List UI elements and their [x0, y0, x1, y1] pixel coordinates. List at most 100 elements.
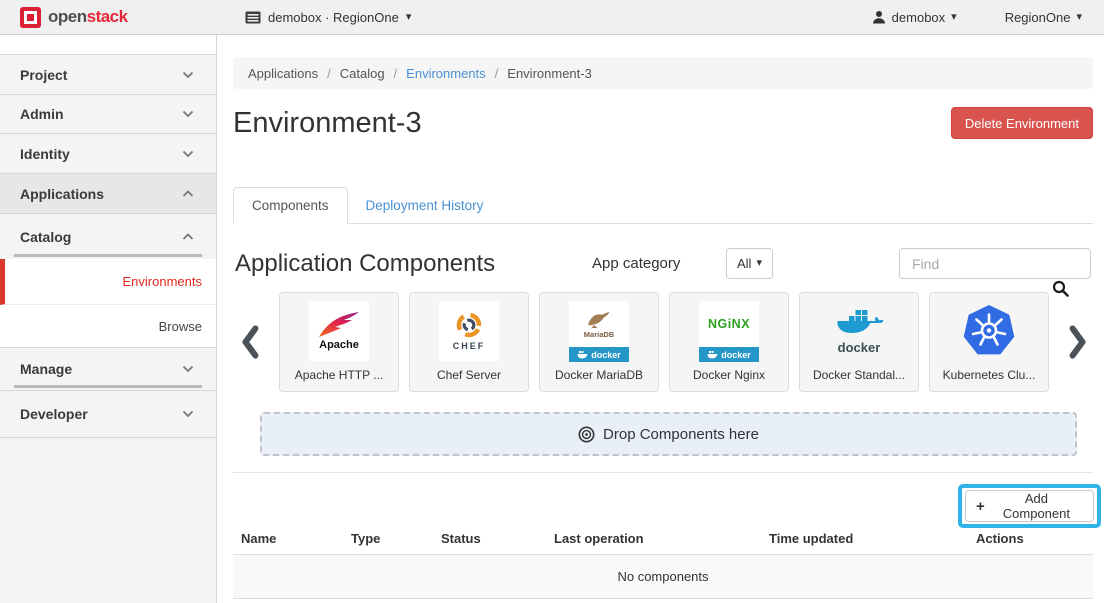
delete-environment-button[interactable]: Delete Environment [951, 107, 1093, 139]
caret-down-icon: ▾ [756, 258, 762, 269]
breadcrumb-environments-link[interactable]: Environments [406, 66, 485, 81]
group-divider [14, 385, 202, 388]
mariadb-seal-icon [586, 309, 612, 329]
tab-bar: Components Deployment History [233, 185, 1093, 224]
region-menu[interactable]: RegionOne ▾ [1005, 10, 1082, 25]
main-content: Applications / Catalog / Environments / … [218, 35, 1104, 603]
table-header-row: Name Type Status Last operation Time upd… [233, 527, 1093, 555]
openstack-wordmark: openstack [48, 7, 128, 27]
sidebar-item-project[interactable]: Project [0, 55, 216, 95]
user-icon [872, 10, 886, 24]
apache-feather-icon [318, 311, 360, 338]
breadcrumb-catalog: Catalog [340, 66, 385, 81]
app-card-docker-nginx[interactable]: NGiNX docker Docker Nginx [669, 292, 789, 392]
sidebar-item-environments[interactable]: Environments [0, 259, 216, 305]
docker-whale-icon [577, 350, 588, 359]
chevron-down-icon [182, 110, 194, 118]
chef-logo: CHEF [439, 301, 499, 361]
sidebar-item-admin[interactable]: Admin [0, 95, 216, 134]
sidebar-group-manage[interactable]: Manage [0, 348, 216, 390]
app-category-label: App category [592, 248, 680, 280]
chevron-up-icon [182, 233, 194, 241]
sidebar-group-catalog[interactable]: Catalog [0, 214, 216, 259]
empty-message: No components [233, 555, 1093, 599]
openstack-logo[interactable]: openstack [20, 7, 210, 28]
chef-swirl-icon [455, 311, 483, 339]
kubernetes-wheel-icon [961, 304, 1017, 358]
chevron-down-icon [182, 410, 194, 418]
breadcrumb-applications: Applications [248, 66, 318, 81]
find-input[interactable] [899, 248, 1091, 279]
sidebar-group-developer[interactable]: Developer [0, 390, 216, 438]
list-icon [245, 11, 261, 24]
group-divider [14, 254, 202, 257]
drop-components-zone[interactable]: Drop Components here [260, 412, 1077, 456]
user-menu-label: demobox [892, 10, 945, 25]
col-last-operation: Last operation [546, 527, 761, 555]
col-status: Status [433, 527, 546, 555]
sidebar-top-strip [0, 35, 216, 55]
col-time-updated: Time updated [761, 527, 968, 555]
drop-zone-label: Drop Components here [603, 426, 759, 443]
app-card-label: Apache HTTP ... [295, 368, 383, 382]
chevron-down-icon [182, 150, 194, 158]
topbar-right: demobox ▾ RegionOne ▾ [872, 10, 1082, 25]
carousel-prev-icon[interactable] [241, 324, 259, 360]
caret-down-icon: ▾ [1076, 12, 1082, 23]
tab-components[interactable]: Components [233, 187, 348, 224]
docker-whale-icon [707, 350, 718, 359]
panel-heading: Application Components [235, 248, 495, 280]
app-card-docker-mariadb[interactable]: MariaDB docker Docker MariaDB [539, 292, 659, 392]
carousel-next-icon[interactable] [1069, 324, 1087, 360]
app-card-chef[interactable]: CHEF Chef Server [409, 292, 529, 392]
app-card-label: Chef Server [437, 368, 501, 382]
empty-row: No components [233, 555, 1093, 599]
openstack-cube-icon [20, 7, 41, 28]
context-label: demobox · RegionOne [268, 10, 399, 25]
bullseye-icon [578, 426, 595, 443]
docker-badge: docker [699, 347, 759, 362]
sidebar-item-identity[interactable]: Identity [0, 134, 216, 174]
sidebar: Project Admin Identity Applications Cata… [0, 35, 217, 603]
openstack-dashboard: openstack demobox · RegionOne ▾ demobox … [0, 0, 1104, 603]
topbar: openstack demobox · RegionOne ▾ demobox … [0, 0, 1104, 35]
apache-logo: Apache [309, 301, 369, 361]
section-divider [233, 472, 1093, 473]
app-card-label: Kubernetes Clu... [943, 368, 1036, 382]
nginx-logo: NGiNX [699, 301, 759, 347]
docker-whale-icon [833, 307, 885, 339]
app-card-label: Docker Standal... [813, 368, 905, 382]
col-actions: Actions [968, 527, 1093, 555]
app-card-docker-standalone[interactable]: docker Docker Standal... [799, 292, 919, 392]
col-name: Name [233, 527, 343, 555]
agent-highlight-box: + Add Component [958, 484, 1101, 528]
breadcrumb: Applications / Catalog / Environments / … [233, 57, 1093, 89]
chevron-down-icon [182, 71, 194, 79]
sidebar-item-browse[interactable]: Browse [0, 305, 216, 348]
breadcrumb-current: Environment-3 [507, 66, 592, 81]
col-type: Type [343, 527, 433, 555]
app-card-list: Apache Apache HTTP ... CHEF Chef Server [279, 292, 1049, 392]
caret-down-icon: ▾ [406, 12, 412, 23]
tab-deployment-history[interactable]: Deployment History [348, 188, 502, 223]
sidebar-item-applications[interactable]: Applications [0, 174, 216, 214]
app-card-apache[interactable]: Apache Apache HTTP ... [279, 292, 399, 392]
app-card-label: Docker MariaDB [555, 368, 643, 382]
kubernetes-logo [959, 301, 1019, 361]
docker-logo: docker [829, 301, 889, 361]
title-row: Environment-3 Delete Environment [233, 105, 1093, 141]
user-menu[interactable]: demobox ▾ [872, 10, 957, 25]
docker-badge: docker [569, 347, 629, 362]
region-menu-label: RegionOne [1005, 10, 1071, 25]
app-category-dropdown[interactable]: All ▾ [726, 248, 773, 279]
add-component-button[interactable]: + Add Component [965, 490, 1094, 522]
components-controls: Application Components App category All … [233, 248, 1093, 280]
app-card-label: Docker Nginx [693, 368, 765, 382]
app-card-kubernetes[interactable]: Kubernetes Clu... [929, 292, 1049, 392]
caret-down-icon: ▾ [951, 12, 957, 23]
project-region-switcher[interactable]: demobox · RegionOne ▾ [245, 10, 411, 25]
mariadb-logo: MariaDB [569, 301, 629, 347]
chevron-down-icon [182, 365, 194, 373]
plus-icon: + [976, 498, 985, 515]
components-table: Name Type Status Last operation Time upd… [233, 527, 1093, 599]
